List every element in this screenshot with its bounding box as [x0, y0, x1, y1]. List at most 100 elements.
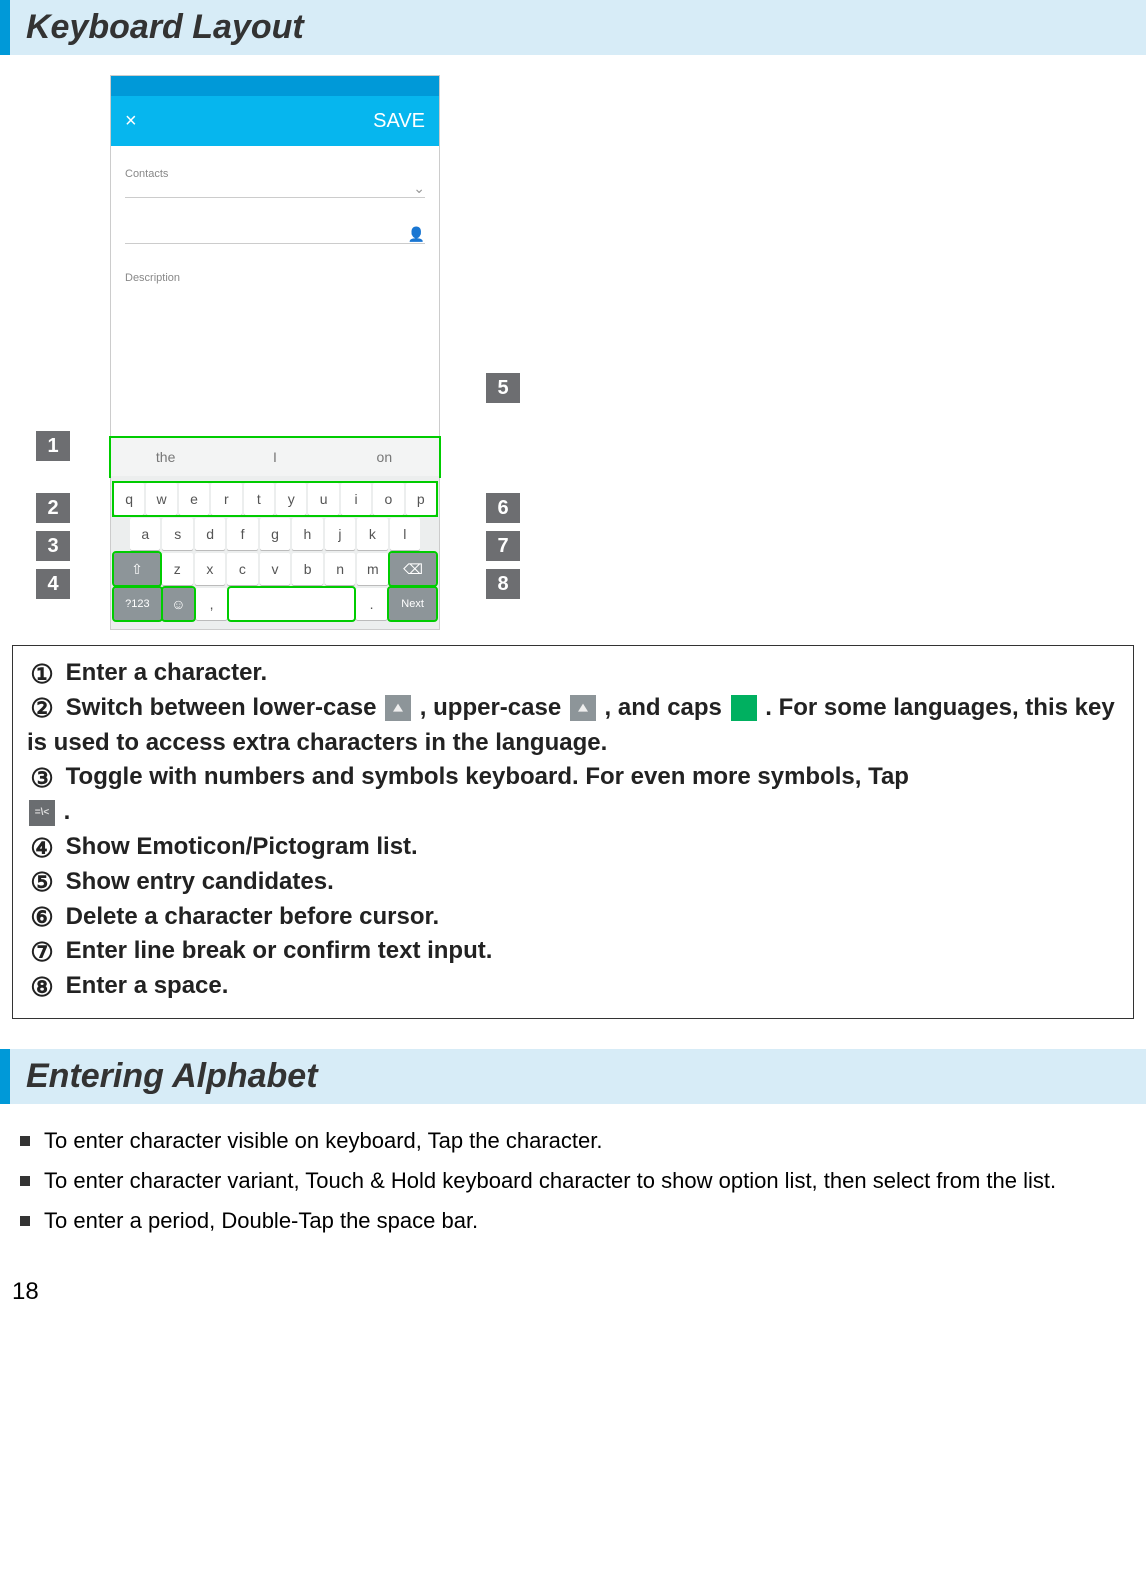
- section-title: Keyboard Layout: [26, 8, 1130, 47]
- suggestion-1: the: [111, 438, 220, 476]
- circled-4: ④: [27, 833, 57, 863]
- suggestion-2: I: [220, 438, 329, 476]
- callout-7: 7: [486, 531, 520, 561]
- section-header-keyboard-layout: Keyboard Layout: [0, 0, 1146, 55]
- key: z: [162, 553, 193, 585]
- legend-item-7: ⑦ Enter line break or confirm text input…: [27, 934, 1119, 969]
- callout-5: 5: [486, 373, 520, 403]
- key: k: [357, 518, 387, 550]
- legend-item-5: ⑤ Show entry candidates.: [27, 865, 1119, 900]
- period-key: .: [356, 588, 387, 620]
- legend-item-6: ⑥ Delete a character before cursor.: [27, 900, 1119, 935]
- more-symbols-icon: =\<: [29, 800, 55, 826]
- callout-3: 3: [36, 531, 70, 561]
- key: l: [390, 518, 420, 550]
- keyboard-row-3: ⇧ z x c v b n m ⌫: [114, 553, 436, 585]
- bullet-item: To enter a period, Double-Tap the space …: [12, 1204, 1134, 1238]
- legend-text: Delete a character before cursor.: [66, 903, 440, 930]
- field-placeholder: [125, 284, 425, 296]
- circled-5: ⑤: [27, 867, 57, 897]
- key: n: [325, 553, 356, 585]
- legend-text: .: [64, 798, 71, 825]
- key: y: [276, 483, 306, 515]
- legend-item-8: ⑧ Enter a space.: [27, 969, 1119, 1004]
- legend-text: Show entry candidates.: [66, 868, 334, 895]
- key: w: [146, 483, 176, 515]
- key: g: [260, 518, 290, 550]
- key: a: [130, 518, 160, 550]
- circled-7: ⑦: [27, 937, 57, 967]
- callout-1: 1: [36, 431, 70, 461]
- legend-item-3: ③ Toggle with numbers and symbols keyboa…: [27, 760, 1119, 830]
- legend-text: , and caps: [605, 694, 729, 721]
- circled-3: ③: [27, 763, 57, 793]
- legend-text: Enter line break or confirm text input.: [66, 937, 493, 964]
- key: r: [211, 483, 241, 515]
- key: h: [292, 518, 322, 550]
- keyboard-layout-figure: 1 2 3 4 5 6 7 8 × SAVE Contacts ⌄ 👤 Desc…: [20, 75, 530, 635]
- section-header-entering-alphabet: Entering Alphabet: [0, 1049, 1146, 1104]
- key: i: [341, 483, 371, 515]
- callout-8: 8: [486, 569, 520, 599]
- field-line: 👤: [125, 226, 425, 244]
- bullet-list: To enter character visible on keyboard, …: [12, 1124, 1134, 1238]
- section-title: Entering Alphabet: [26, 1057, 1130, 1096]
- app-bar: × SAVE: [111, 96, 439, 146]
- key: f: [227, 518, 257, 550]
- circled-1: ①: [27, 659, 57, 689]
- circled-6: ⑥: [27, 902, 57, 932]
- symbols-key: ?123: [114, 588, 161, 620]
- keyboard-row-4: ?123 ☺ , . Next: [114, 588, 436, 620]
- legend-item-1: ① Enter a character.: [27, 656, 1119, 691]
- key: d: [195, 518, 225, 550]
- suggestion-row: the I on: [111, 438, 439, 476]
- bullet-item: To enter character visible on keyboard, …: [12, 1124, 1134, 1158]
- field-label-contacts: Contacts: [125, 168, 425, 180]
- legend-text: Enter a character.: [66, 659, 267, 686]
- legend-item-2: ② Switch between lower-case , upper-case…: [27, 691, 1119, 761]
- callout-2: 2: [36, 493, 70, 523]
- bullet-item: To enter character variant, Touch & Hold…: [12, 1164, 1134, 1198]
- keyboard-row-1: q w e r t y u i o p: [114, 483, 436, 515]
- legend-text: Enter a space.: [66, 972, 229, 999]
- field-label: Description: [125, 272, 425, 284]
- key: b: [292, 553, 323, 585]
- phone-screenshot: × SAVE Contacts ⌄ 👤 Description the I on…: [110, 75, 440, 630]
- close-icon: ×: [125, 110, 137, 133]
- shift-lowercase-icon: [385, 695, 411, 721]
- callout-6: 6: [486, 493, 520, 523]
- key: v: [260, 553, 291, 585]
- backspace-key: ⌫: [390, 553, 436, 585]
- contact-form: Contacts ⌄ 👤 Description: [111, 146, 439, 438]
- keyboard: q w e r t y u i o p a s d f g h j k l: [111, 476, 439, 629]
- key: c: [227, 553, 258, 585]
- save-label: SAVE: [373, 110, 425, 133]
- keyboard-row-2: a s d f g h j k l: [114, 518, 436, 550]
- key: o: [373, 483, 403, 515]
- legend-text: Switch between lower-case: [66, 694, 383, 721]
- key: u: [308, 483, 338, 515]
- key: e: [179, 483, 209, 515]
- legend-text: Toggle with numbers and symbols keyboard…: [66, 763, 909, 790]
- status-bar: [111, 76, 439, 96]
- comma-key: ,: [196, 588, 227, 620]
- circled-2: ②: [27, 693, 57, 723]
- key: t: [244, 483, 274, 515]
- legend-item-4: ④ Show Emoticon/Pictogram list.: [27, 830, 1119, 865]
- shift-key: ⇧: [114, 553, 160, 585]
- enter-key: Next: [389, 588, 436, 620]
- emoji-key: ☺: [163, 588, 194, 620]
- key: m: [357, 553, 388, 585]
- key: x: [195, 553, 226, 585]
- callout-4: 4: [36, 569, 70, 599]
- key: q: [114, 483, 144, 515]
- space-key: [229, 588, 354, 620]
- shift-uppercase-icon: [570, 695, 596, 721]
- legend-text: Show Emoticon/Pictogram list.: [66, 833, 418, 860]
- key: j: [325, 518, 355, 550]
- field-line: ⌄: [125, 180, 425, 198]
- key: p: [406, 483, 436, 515]
- legend-box: ① Enter a character. ② Switch between lo…: [12, 645, 1134, 1019]
- legend-text: , upper-case: [420, 694, 568, 721]
- key: s: [162, 518, 192, 550]
